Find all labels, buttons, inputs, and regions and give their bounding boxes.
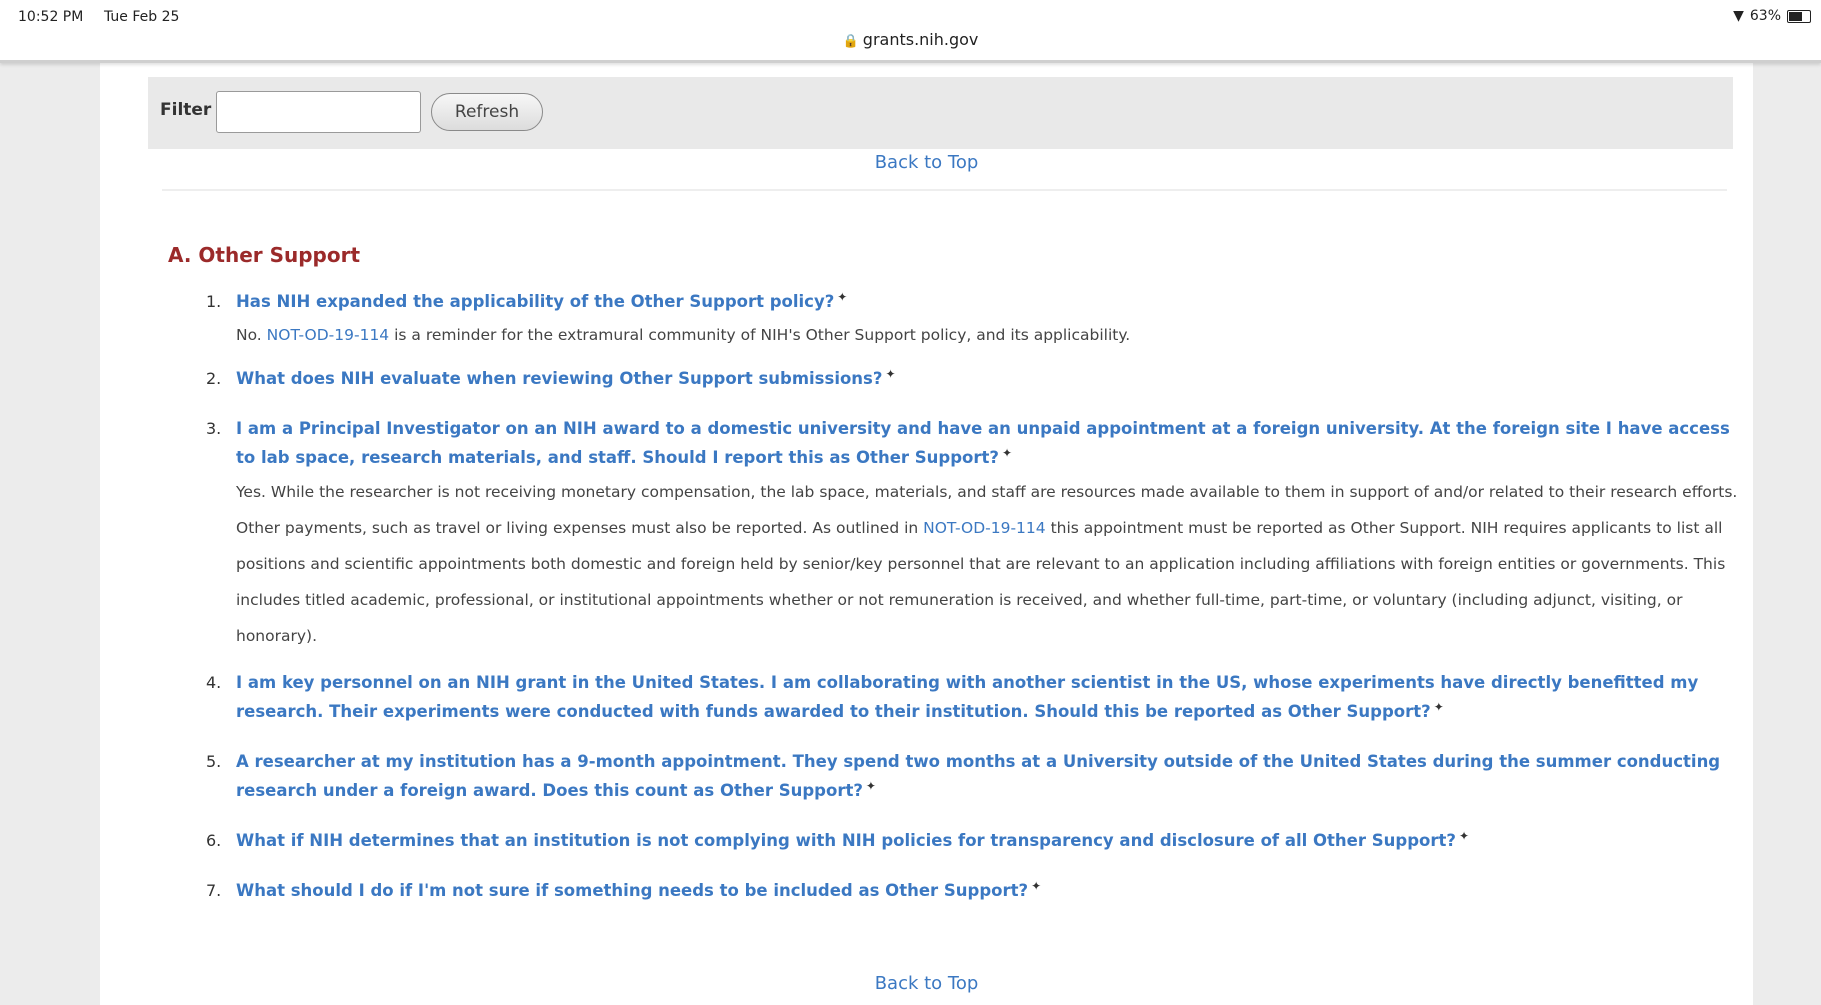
faq-number: 4.	[206, 673, 222, 692]
faq-question-link[interactable]: What does NIH evaluate when reviewing Ot…	[236, 369, 882, 388]
faq-answer: No. NOT-OD-19-114 is a reminder for the …	[236, 318, 1746, 352]
faq-item: 5. A researcher at my institution has a …	[206, 747, 1746, 805]
refresh-button[interactable]: Refresh	[431, 93, 543, 131]
faq-question-link[interactable]: I am key personnel on an NIH grant in th…	[236, 673, 1698, 721]
answer-text: is a reminder for the extramural communi…	[389, 326, 1131, 344]
faq-item: 7. What should I do if I'm not sure if s…	[206, 876, 1746, 905]
section-heading: A. Other Support	[168, 243, 361, 267]
lock-icon: 🔒	[842, 34, 859, 49]
faq-number: 5.	[206, 752, 222, 771]
wifi-icon: ▼	[1733, 8, 1744, 24]
expand-star-icon[interactable]: ✦	[1459, 829, 1469, 843]
faq-question-link[interactable]: What should I do if I'm not sure if some…	[236, 881, 1028, 900]
faq-item: 6. What if NIH determines that an instit…	[206, 826, 1746, 855]
expand-star-icon[interactable]: ✦	[866, 779, 876, 793]
back-to-top-link[interactable]: Back to Top	[100, 152, 1753, 173]
faq-item: 4. I am key personnel on an NIH grant in…	[206, 668, 1746, 726]
filter-input[interactable]	[216, 91, 421, 133]
faq-item: 3. I am a Principal Investigator on an N…	[206, 414, 1746, 654]
status-date: Tue Feb 25	[104, 9, 180, 25]
filter-label: Filter	[160, 100, 212, 120]
faq-list: 1. Has NIH expanded the applicability of…	[206, 287, 1746, 905]
faq-item: 1. Has NIH expanded the applicability of…	[206, 287, 1746, 352]
faq-item: 2. What does NIH evaluate when reviewing…	[206, 364, 1746, 393]
faq-number: 7.	[206, 881, 222, 900]
page-content: Filter Refresh Back to Top A. Other Supp…	[100, 63, 1753, 1005]
faq-question-link[interactable]: I am a Principal Investigator on an NIH …	[236, 419, 1730, 467]
expand-star-icon[interactable]: ✦	[1031, 879, 1041, 893]
expand-star-icon[interactable]: ✦	[837, 290, 847, 304]
expand-star-icon[interactable]: ✦	[1002, 446, 1012, 460]
faq-question-link[interactable]: A researcher at my institution has a 9-m…	[236, 752, 1720, 800]
notice-link[interactable]: NOT-OD-19-114	[923, 519, 1046, 537]
status-bar: 10:52 PM Tue Feb 25 ▼ 63% 🔒 grants.nih.go…	[0, 0, 1821, 63]
url-text: grants.nih.gov	[862, 30, 979, 49]
faq-number: 2.	[206, 369, 222, 388]
expand-star-icon[interactable]: ✦	[885, 367, 895, 381]
back-to-top-link[interactable]: Back to Top	[100, 973, 1753, 994]
filter-bar: Filter Refresh	[148, 77, 1733, 149]
faq-number: 1.	[206, 292, 222, 311]
battery-percent: 63%	[1749, 8, 1781, 24]
faq-answer: Yes. While the researcher is not receivi…	[236, 474, 1746, 654]
answer-text: No.	[236, 326, 267, 344]
faq-question-link[interactable]: Has NIH expanded the applicability of th…	[236, 292, 834, 311]
faq-number: 6.	[206, 831, 222, 850]
expand-star-icon[interactable]: ✦	[1434, 700, 1444, 714]
status-right: ▼ 63%	[1733, 8, 1811, 24]
faq-number: 3.	[206, 419, 222, 438]
answer-text: this appointment must be reported as Oth…	[236, 519, 1726, 645]
faq-question-link[interactable]: What if NIH determines that an instituti…	[236, 831, 1456, 850]
divider	[162, 189, 1727, 191]
address-bar[interactable]: 🔒 grants.nih.gov	[0, 30, 1821, 49]
battery-icon	[1787, 9, 1811, 23]
status-time: 10:52 PM	[18, 9, 84, 25]
notice-link[interactable]: NOT-OD-19-114	[267, 326, 390, 344]
